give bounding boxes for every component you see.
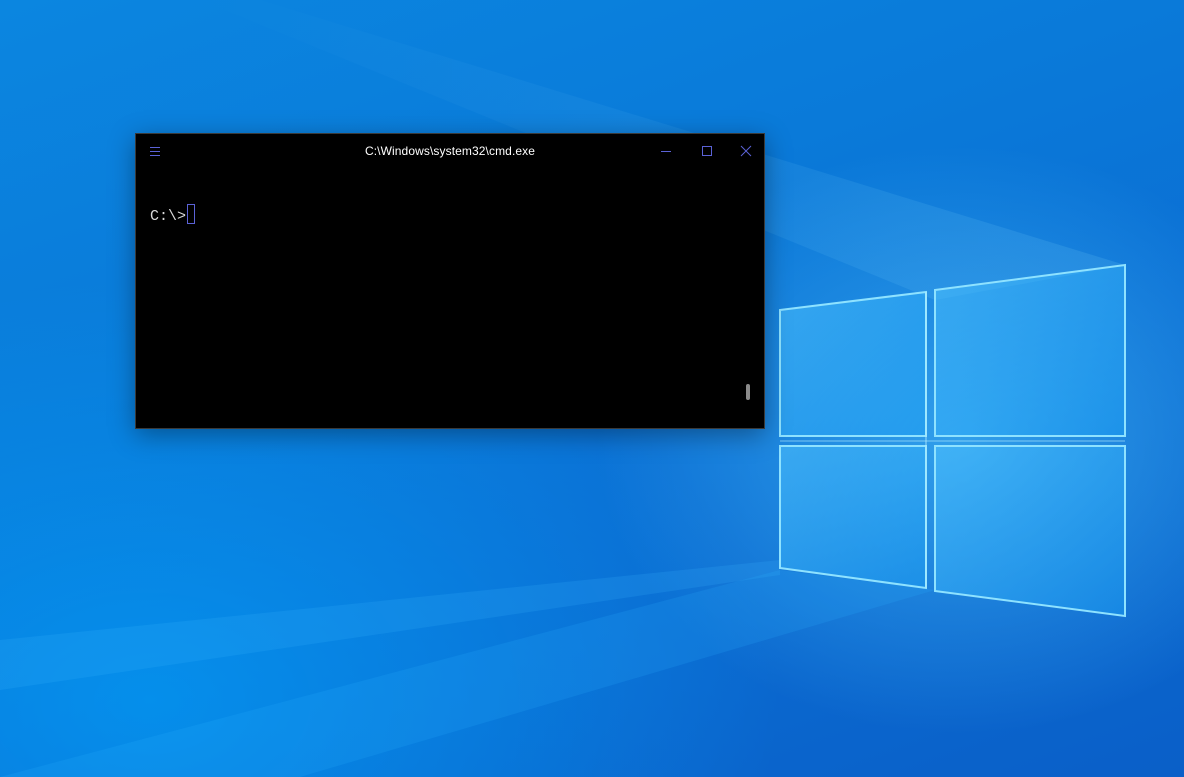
title-bar[interactable]: C:\Windows\system32\cmd.exe	[136, 134, 764, 168]
maximize-icon	[702, 146, 712, 156]
command-prompt: C:\>	[150, 208, 187, 225]
text-cursor	[187, 204, 196, 224]
console-window[interactable]: C:\Windows\system32\cmd.exe C:\>	[135, 133, 765, 429]
minimize-icon	[661, 151, 671, 152]
console-output[interactable]: C:\>	[150, 204, 196, 227]
minimize-button[interactable]	[652, 140, 680, 162]
maximize-button[interactable]	[693, 140, 721, 162]
close-icon	[740, 145, 752, 157]
close-button[interactable]	[732, 140, 760, 162]
scrollbar-thumb[interactable]	[746, 384, 750, 400]
